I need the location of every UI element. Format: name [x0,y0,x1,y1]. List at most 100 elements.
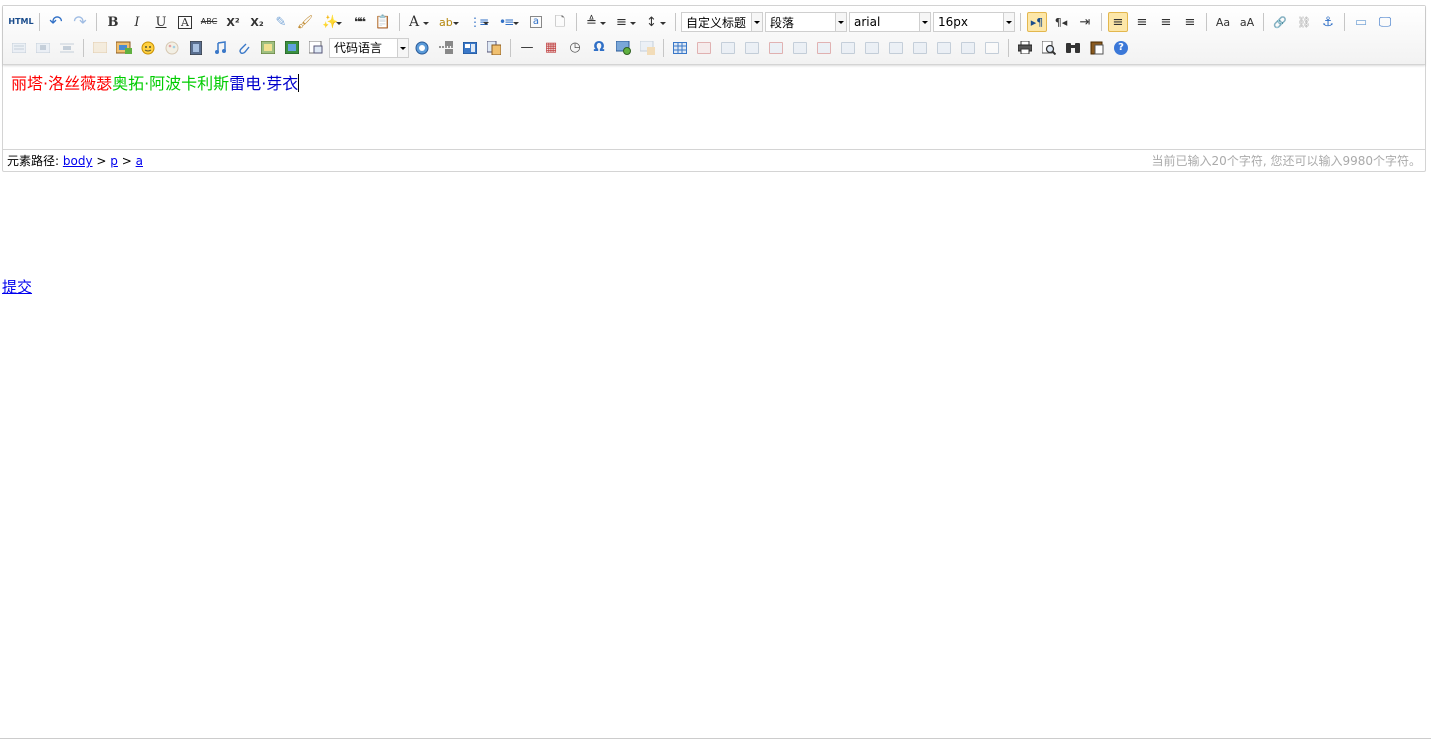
webapp-icon[interactable] [412,38,432,58]
anchor-button[interactable]: ⚓ [1318,12,1338,32]
pagebreak-doc-icon[interactable] [436,38,456,58]
toolbar-separator [39,13,40,31]
codelang-value: 代码语言 [334,41,383,55]
subscript-button[interactable]: X₂ [247,12,267,32]
pasteplain-button[interactable]: 📋 [373,12,393,32]
cleardoc-button[interactable]: 🗋 [550,12,570,32]
drafts-icon[interactable] [1087,38,1107,58]
insertvideo-button[interactable] [186,38,206,58]
spechars-button[interactable]: Ω [589,38,609,58]
unorderedlist-button[interactable]: •≡ [496,12,522,32]
chevron-down-icon[interactable] [1003,13,1014,31]
time-button[interactable]: ◷ [565,38,585,58]
table-shape [769,41,783,54]
chevron-down-icon[interactable] [751,13,762,31]
underline-button[interactable]: U [151,12,171,32]
rowspacingbottom-button[interactable]: ≡ [613,12,639,32]
justifyright-button[interactable]: ≡ [1156,12,1176,32]
selectall-button[interactable]: a [529,16,543,28]
rtl-button[interactable]: ¶◂ [1051,12,1071,32]
fontsize-select[interactable]: 16px [933,12,1015,32]
insertframe-button[interactable] [258,38,278,58]
mergecells-icon[interactable] [838,38,858,58]
imagenone-button[interactable] [9,38,29,58]
tolowercase-button[interactable]: aA [1237,12,1257,32]
preview-icon[interactable] [1039,38,1059,58]
undo-button[interactable]: ↶ [46,12,66,32]
blockquote-button[interactable]: ❝❝ [349,12,369,32]
template-button[interactable] [306,38,326,58]
indent-button[interactable]: ⇥ [1075,12,1095,32]
bold-button[interactable]: B [103,12,123,32]
path-separator: > [96,154,107,168]
redo-button[interactable]: ↷ [70,12,90,32]
attachment-icon[interactable] [234,38,254,58]
pagebreak-button[interactable]: ▭ [1351,12,1371,32]
searchreplace-icon[interactable] [1063,38,1083,58]
path-body-link[interactable]: body [63,154,93,168]
strikethrough-button[interactable]: ABC [199,12,219,32]
splittocells-icon[interactable] [910,38,930,58]
touppercase-button[interactable]: Aa [1213,12,1233,32]
emotion-icon[interactable] [138,38,158,58]
mergedown-icon[interactable] [886,38,906,58]
customstyle-select[interactable]: 自定义标题 [681,12,763,32]
orderedlist-button[interactable]: ⋮≡ [466,12,492,32]
removeformat-button[interactable]: ✎ [271,12,291,32]
date-button[interactable]: ▦ [541,38,561,58]
fullscreen-button[interactable]: 🖵 [1375,12,1395,32]
unlink-button[interactable]: ⛓ [1294,12,1314,32]
backcolor-button[interactable]: ab [436,12,462,32]
imagecenter-button[interactable] [33,38,53,58]
insertparagraphbeforetable-icon[interactable] [718,38,738,58]
insertrow-icon[interactable] [742,38,762,58]
map-icon[interactable] [282,38,302,58]
chevron-down-icon[interactable] [835,13,846,31]
lineheight-button[interactable]: ↕ [643,12,669,32]
mergeright-icon[interactable] [862,38,882,58]
wordcount-icon[interactable] [637,38,657,58]
splittocols-icon[interactable] [958,38,978,58]
insertimage-button[interactable] [114,38,134,58]
link-button[interactable]: 🔗 [1270,12,1290,32]
fontfamily-select[interactable]: arial [849,12,931,32]
chevron-down-icon[interactable] [397,38,408,57]
codelang-select[interactable]: 代码语言 [329,37,409,58]
submit-link[interactable]: 提交 [2,276,32,297]
horizontal-button[interactable]: — [517,38,537,58]
path-p-link[interactable]: p [110,154,118,168]
rowspacingtop-button[interactable]: ≜ [583,12,609,32]
editor-content-area[interactable]: 丽塔·洛丝薇瑟奥拓·阿波卡利斯雷电·芽衣 [3,65,1425,149]
justifycenter-button[interactable]: ≡ [1132,12,1152,32]
justifyjustify-button[interactable]: ≡ [1180,12,1200,32]
background-icon[interactable] [460,38,480,58]
path-a-link[interactable]: a [136,154,143,168]
simpleupload-button[interactable] [90,38,110,58]
inserttable-icon[interactable] [670,38,690,58]
wordimage-icon[interactable] [484,38,504,58]
imageblock-button[interactable] [57,38,77,58]
snapscreen-icon[interactable] [613,38,633,58]
autotypeset-button[interactable]: ✨ [319,12,345,32]
chevron-down-icon[interactable] [919,13,930,31]
forecolor-button[interactable]: A [406,12,432,32]
help-icon[interactable]: ? [1111,38,1131,58]
ltr-button[interactable]: ▸¶ [1027,12,1047,32]
print-icon[interactable] [1015,38,1035,58]
deletecol-icon[interactable] [814,38,834,58]
paragraph-select[interactable]: 段落 [765,12,847,32]
justifyleft-button[interactable]: ≡ [1108,12,1128,32]
italic-button[interactable]: I [127,12,147,32]
text-caret [298,74,300,92]
deletetable-icon[interactable] [694,38,714,58]
charts-icon[interactable] [982,38,1002,58]
deleterow-icon[interactable] [766,38,786,58]
source-html-button[interactable]: HTML [8,12,33,32]
superscript-button[interactable]: X² [223,12,243,32]
insertcol-icon[interactable] [790,38,810,58]
splittorows-icon[interactable] [934,38,954,58]
fontborder-button[interactable]: A [178,15,192,29]
scrawl-button[interactable] [162,38,182,58]
music-icon[interactable] [210,38,230,58]
formatmatch-button[interactable]: 🖌 [295,12,315,32]
